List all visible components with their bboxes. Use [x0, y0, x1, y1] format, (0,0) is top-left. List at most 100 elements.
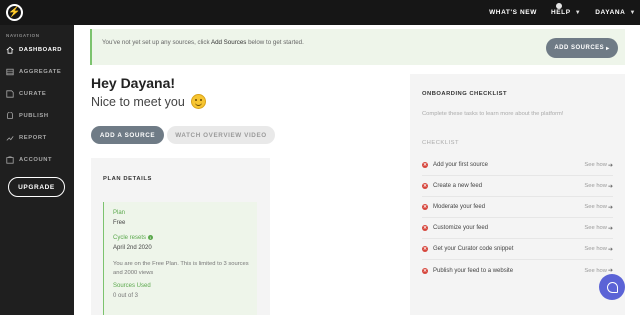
sidebar-item-label: PUBLISH: [19, 113, 49, 119]
sidebar-item-label: CURATE: [19, 91, 47, 97]
banner-text-start: You've not yet set up any sources, click: [102, 39, 211, 46]
whats-new-link[interactable]: WHAT'S NEW: [489, 9, 537, 16]
see-how-label: See how: [584, 267, 607, 274]
cycle-resets-text: Cycle resets: [113, 235, 147, 242]
add-sources-label: ADD SOURCES: [554, 45, 605, 51]
plan-description: You are on the Free Plan. This is limite…: [113, 261, 249, 276]
chevron-right-icon: ▸: [606, 45, 610, 52]
sidebar-item-aggregate[interactable]: AGGREGATE: [6, 68, 61, 76]
checklist-item-text: Create a new feed: [433, 183, 483, 189]
smiley-emoji-icon: [190, 94, 206, 109]
checklist-item: ✕ Get your Curator code snippet See how ➔: [422, 239, 613, 260]
add-a-source-button[interactable]: ADD A SOURCE: [91, 126, 164, 144]
checklist-label: CHECKLIST: [422, 140, 460, 146]
account-icon: [6, 156, 14, 164]
see-how-link[interactable]: See how ➔: [584, 162, 613, 169]
sidebar-item-dashboard[interactable]: DASHBOARD: [6, 46, 62, 54]
checklist-item-text: Get your Curator code snippet: [433, 246, 514, 252]
sidebar-item-label: DASHBOARD: [19, 47, 63, 53]
plan-value: Free: [113, 220, 126, 226]
chat-bubble-icon: [606, 281, 618, 293]
report-icon: [6, 136, 14, 141]
whats-new-label: WHAT'S NEW: [489, 9, 537, 16]
greeting-subtitle: Nice to meet you: [91, 94, 206, 109]
cycle-resets-value: April 2nd 2020: [113, 245, 152, 251]
see-how-link[interactable]: See how ➔: [584, 225, 613, 232]
home-icon: [6, 46, 14, 54]
sidebar: NAVIGATION DASHBOARD AGGREGATE CURATE PU…: [0, 25, 74, 315]
top-bar: ⚡ WHAT'S NEW HELP ▼ DAYANA ▼: [0, 0, 640, 25]
see-how-link[interactable]: See how ➔: [584, 267, 613, 275]
checklist-item-text: Moderate your feed: [433, 204, 486, 210]
watch-overview-video-button[interactable]: WATCH OVERVIEW VIDEO: [167, 126, 275, 144]
arrow-right-icon: ➔: [607, 246, 613, 253]
checklist-item-text: Publish your feed to a website: [433, 267, 514, 274]
curate-icon: [6, 90, 14, 98]
sidebar-item-publish[interactable]: PUBLISH: [6, 112, 49, 120]
see-how-link[interactable]: See how ➔: [584, 246, 613, 253]
user-menu[interactable]: DAYANA ▼: [595, 9, 636, 16]
nav-heading: NAVIGATION: [6, 33, 40, 38]
setup-alert-banner: You've not yet set up any sources, click…: [90, 29, 625, 65]
arrow-right-icon: ➔: [607, 268, 613, 274]
checklist-item: ✕ Publish your feed to a website See how…: [422, 260, 613, 281]
user-label: DAYANA: [595, 9, 626, 16]
checklist-item: ✕ Add your first source See how ➔: [422, 155, 613, 176]
publish-icon: [7, 112, 13, 119]
arrow-right-icon: ➔: [607, 225, 613, 232]
top-nav: WHAT'S NEW HELP ▼ DAYANA ▼: [489, 0, 636, 25]
chat-launcher-button[interactable]: [599, 274, 625, 300]
help-menu[interactable]: HELP ▼: [551, 9, 581, 16]
incomplete-x-icon: ✕: [422, 204, 428, 210]
greeting-subtitle-text: Nice to meet you: [91, 94, 185, 109]
info-icon[interactable]: i: [148, 235, 154, 240]
sidebar-item-account[interactable]: ACCOUNT: [6, 156, 52, 164]
banner-add-sources-link[interactable]: Add Sources: [211, 39, 246, 46]
see-how-label: See how: [584, 162, 607, 168]
checklist-item: ✕ Create a new feed See how ➔: [422, 176, 613, 197]
see-how-link[interactable]: See how ➔: [584, 183, 613, 190]
banner-text-end: below to get started.: [246, 39, 304, 46]
upgrade-button[interactable]: UPGRADE: [8, 177, 65, 197]
plan-card: Plan Free Cycle resets i April 2nd 2020 Y…: [103, 202, 257, 315]
add-sources-button[interactable]: ADD SOURCES ▸: [546, 38, 618, 58]
see-how-link[interactable]: See how ➔: [584, 204, 613, 211]
banner-message: You've not yet set up any sources, click…: [102, 39, 304, 46]
see-how-label: See how: [584, 246, 607, 252]
sidebar-item-curate[interactable]: CURATE: [6, 90, 46, 98]
cycle-resets-label: Cycle resets i: [113, 235, 154, 242]
onboarding-checklist-panel: ONBOARDING CHECKLIST Complete these task…: [410, 74, 625, 315]
see-how-label: See how: [584, 204, 607, 210]
page-title: Hey Dayana!: [91, 75, 176, 91]
checklist-item: ✕ Customize your feed See how ➔: [422, 218, 613, 239]
aggregate-icon: [6, 68, 14, 76]
incomplete-x-icon: ✕: [422, 183, 428, 189]
checklist-item-text: Customize your feed: [433, 225, 489, 231]
sidebar-item-label: REPORT: [19, 135, 47, 141]
arrow-right-icon: ➔: [607, 162, 613, 169]
sources-used-value: 0 out of 3: [113, 293, 139, 299]
incomplete-x-icon: ✕: [422, 246, 428, 252]
see-how-label: See how: [584, 225, 607, 231]
plan-details-heading: PLAN DETAILS: [103, 176, 152, 182]
checklist-item-text: Add your first source: [433, 162, 489, 168]
sidebar-item-label: AGGREGATE: [19, 69, 62, 75]
arrow-right-icon: ➔: [607, 204, 613, 211]
chevron-down-icon: ▼: [574, 9, 582, 16]
onboarding-checklist-subtitle: Complete these tasks to learn more about…: [422, 111, 564, 117]
help-label: HELP: [550, 9, 571, 16]
plan-details-panel: PLAN DETAILS Plan Free Cycle resets i Apr…: [91, 158, 270, 315]
onboarding-checklist-title: ONBOARDING CHECKLIST: [422, 91, 508, 97]
incomplete-x-icon: ✕: [422, 225, 428, 231]
curator-logo-icon[interactable]: ⚡: [6, 4, 23, 21]
checklist-item: ✕ Moderate your feed See how ➔: [422, 197, 613, 218]
chevron-down-icon: ▼: [629, 9, 636, 16]
sidebar-item-report[interactable]: REPORT: [6, 134, 47, 142]
incomplete-x-icon: ✕: [422, 162, 428, 168]
sidebar-item-label: ACCOUNT: [19, 157, 53, 163]
plan-label: Plan: [113, 210, 126, 216]
arrow-right-icon: ➔: [607, 183, 613, 190]
see-how-label: See how: [584, 183, 607, 189]
incomplete-x-icon: ✕: [422, 267, 428, 274]
sources-used-label: Sources Used: [113, 283, 151, 289]
